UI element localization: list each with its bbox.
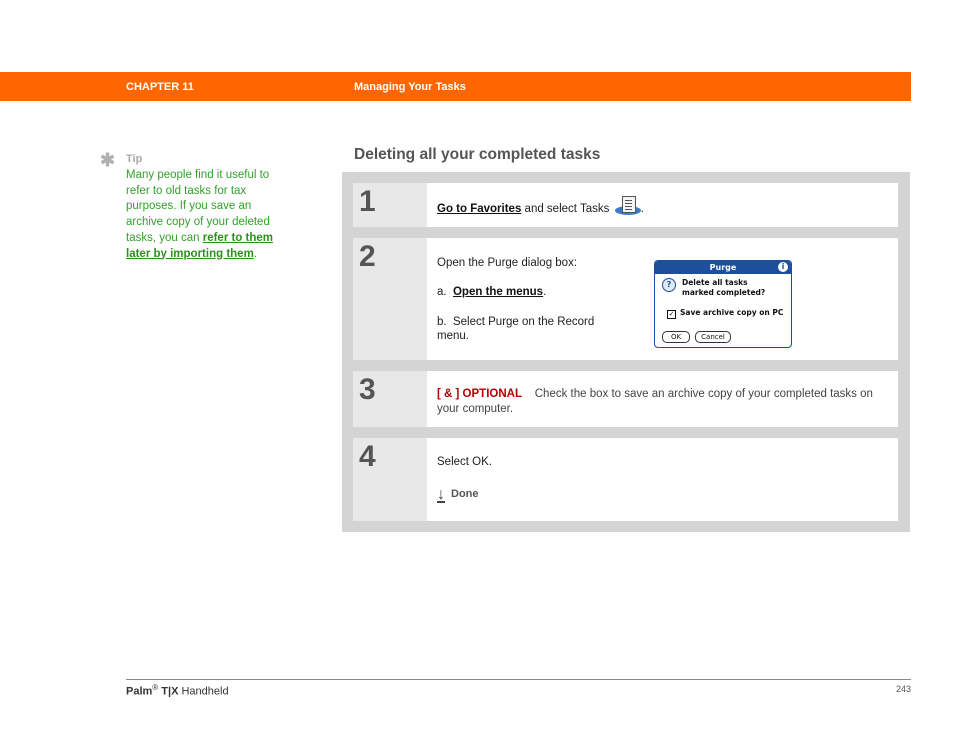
question-icon: ? [662, 278, 676, 292]
info-icon: i [778, 262, 788, 272]
footer-product: Palm® T|X Handheld [126, 683, 229, 698]
optional-tag: [ & ] OPTIONAL [437, 388, 522, 400]
footer-suffix: Handheld [178, 685, 229, 698]
steps-container: 1 Go to Favorites and select Tasks . 2 O… [342, 172, 910, 532]
step-number: 4 [359, 440, 376, 473]
step-number: 2 [359, 240, 376, 273]
tip-body: Many people find it useful to refer to o… [126, 168, 276, 262]
done-marker: ↓ Done [437, 486, 479, 503]
step-3-text: [ & ] OPTIONAL Check the box to save an … [437, 387, 877, 417]
purge-ok-button: OK [662, 331, 690, 343]
purge-message-line1: Delete all tasks [682, 278, 748, 287]
step-number-cell: 2 [353, 238, 427, 360]
step-body: Select OK. ↓ Done [427, 438, 898, 521]
step-body: Go to Favorites and select Tasks . [427, 183, 898, 227]
footer-brand: Palm [126, 685, 153, 698]
step-2-sub-a: a. Open the menus. [437, 286, 546, 298]
purge-cancel-button: Cancel [695, 331, 731, 343]
sub-b-prefix: b. [437, 316, 447, 328]
footer-divider [126, 679, 911, 680]
checkbox-checked-icon: ✓ [667, 310, 676, 319]
sub-a-prefix: a. [437, 286, 447, 298]
tip-period: . [253, 247, 257, 260]
step-4-text: Select OK. [437, 456, 492, 468]
purge-dialog-screenshot: Purge i ? Delete all tasks marked complete… [654, 260, 792, 348]
purge-title-text: Purge [709, 263, 737, 272]
tasks-app-icon [614, 196, 641, 216]
sub-a-period: . [543, 286, 547, 298]
step-1-desc: and select Tasks [521, 203, 610, 215]
archive-checkbox-row: ✓ Save archive copy on PC [667, 308, 783, 319]
checkbox-label: Save archive copy on PC [680, 308, 784, 317]
chapter-label: CHAPTER 11 [126, 81, 194, 93]
section-title: Deleting all your completed tasks [354, 146, 601, 163]
step-2-intro: Open the Purge dialog box: [437, 257, 578, 269]
step-number-cell: 4 [353, 438, 427, 521]
sub-b-text: Select Purge on the Record menu. [437, 316, 595, 342]
open-the-menus-link[interactable]: Open the menus [453, 286, 543, 298]
asterisk-icon: ✱ [100, 150, 116, 170]
page-number: 243 [895, 684, 911, 694]
step-1-period: . [640, 203, 644, 215]
done-label: Done [451, 488, 479, 500]
step-2: 2 Open the Purge dialog box: a. Open the… [353, 238, 898, 360]
purge-message-line2: marked completed? [682, 288, 766, 297]
step-body: Open the Purge dialog box: a. Open the m… [427, 238, 898, 360]
step-2-sub-b: b. Select Purge on the Record menu. [437, 315, 622, 343]
footer-model: T|X [161, 685, 179, 698]
step-4: 4 Select OK. ↓ Done [353, 438, 898, 521]
purge-dialog-title: Purge i [655, 261, 791, 274]
tip-label: Tip [126, 153, 143, 165]
step-1: 1 Go to Favorites and select Tasks . [353, 183, 898, 227]
step-1-text: Go to Favorites and select Tasks . [437, 196, 644, 216]
step-number-cell: 3 [353, 371, 427, 427]
step-body: [ & ] OPTIONAL Check the box to save an … [427, 371, 898, 427]
chapter-title: Managing Your Tasks [354, 81, 466, 93]
step-number: 1 [359, 185, 376, 218]
go-to-favorites-link[interactable]: Go to Favorites [437, 203, 521, 215]
down-arrow-icon: ↓ [437, 486, 445, 503]
footer-reg: ® [152, 683, 159, 692]
purge-message: Delete all tasks marked completed? [682, 278, 765, 298]
step-number: 3 [359, 373, 376, 406]
step-3: 3 [ & ] OPTIONAL Check the box to save a… [353, 371, 898, 427]
step-number-cell: 1 [353, 183, 427, 227]
